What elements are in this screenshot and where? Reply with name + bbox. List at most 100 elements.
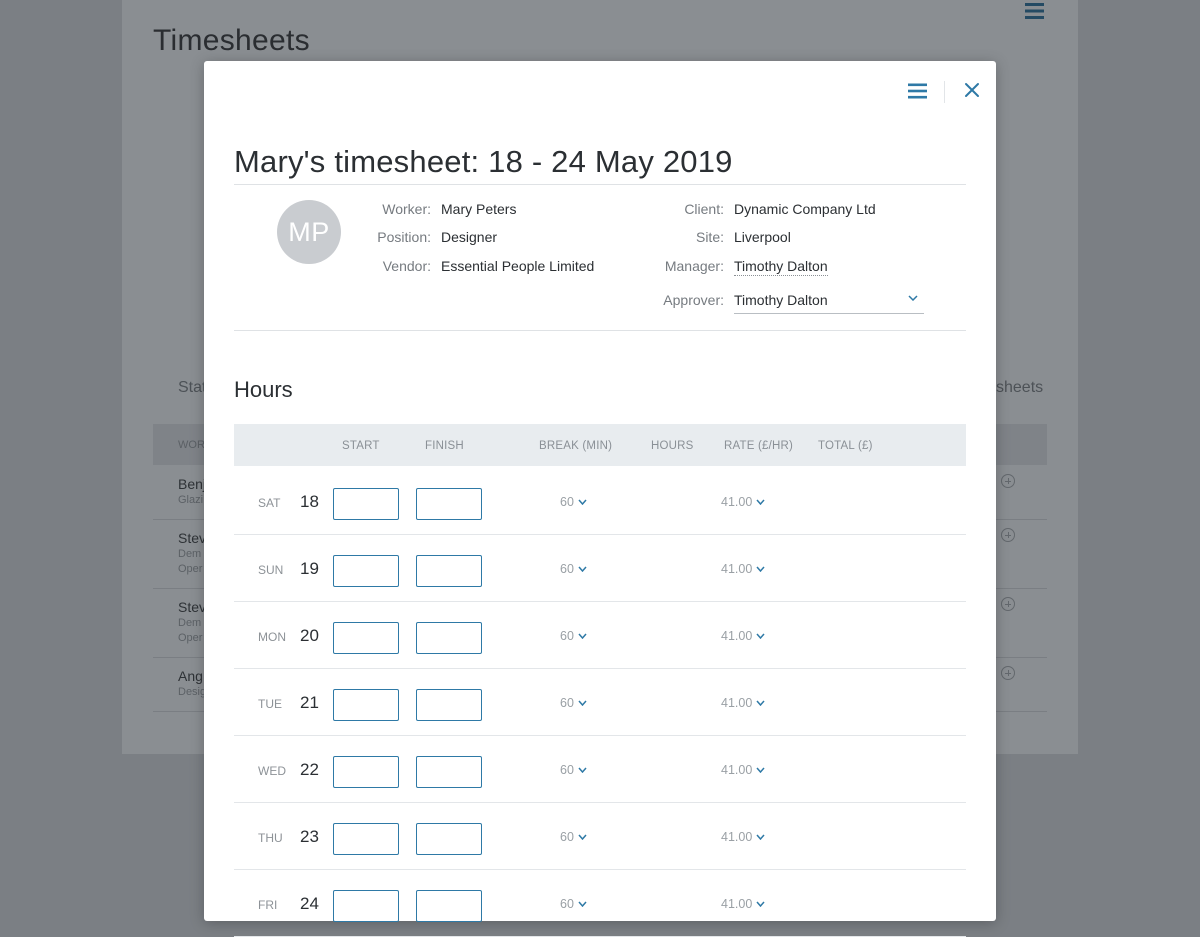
chevron-down-icon [756, 834, 765, 840]
finish-time-input[interactable] [416, 823, 482, 855]
start-time-input[interactable] [333, 622, 399, 654]
worker-name: Stev [178, 599, 207, 615]
day-name: FRI [258, 898, 278, 912]
rate-value: 41.00 [721, 830, 753, 844]
rate-select[interactable]: 41.00 [721, 562, 765, 576]
table-row: TUE 21 60 41.00 [234, 668, 966, 736]
client-label: Client: [684, 201, 724, 217]
break-value: 60 [560, 696, 574, 710]
start-time-input[interactable] [333, 555, 399, 587]
position-label: Position: [377, 229, 431, 245]
status-filter-label: Stat [178, 379, 207, 396]
column-header-worker: WOR [178, 439, 205, 451]
finish-time-input[interactable] [416, 488, 482, 520]
rate-value: 41.00 [721, 562, 753, 576]
divider [234, 184, 966, 185]
worker-role: Glazi [178, 494, 204, 506]
break-select[interactable]: 60 [560, 830, 587, 844]
day-date: 23 [300, 827, 319, 846]
finish-time-input[interactable] [416, 689, 482, 721]
column-header-break: BREAK (MIN) [539, 440, 613, 452]
chevron-down-icon [756, 499, 765, 505]
break-select[interactable]: 60 [560, 562, 587, 576]
break-select[interactable]: 60 [560, 629, 587, 643]
finish-time-input[interactable] [416, 890, 482, 922]
rate-select[interactable]: 41.00 [721, 495, 765, 509]
chevron-down-icon [578, 633, 587, 639]
manager-link[interactable]: Timothy Dalton [734, 258, 828, 276]
rate-select[interactable]: 41.00 [721, 830, 765, 844]
page-title: Timesheets [153, 24, 310, 57]
worker-role: Dem [178, 617, 202, 629]
day-name: SUN [258, 563, 284, 577]
rate-select[interactable]: 41.00 [721, 696, 765, 710]
day-date: 20 [300, 626, 319, 645]
avatar: MP [277, 200, 341, 264]
column-header-finish: FINISH [425, 440, 464, 452]
menu-icon[interactable] [1025, 2, 1044, 20]
chevron-down-icon [756, 566, 765, 572]
table-row: MON 20 60 41.00 [234, 601, 966, 669]
column-header-hours: HOURS [651, 440, 694, 452]
add-icon [1001, 666, 1015, 680]
break-select[interactable]: 60 [560, 495, 587, 509]
break-value: 60 [560, 897, 574, 911]
add-icon [1001, 528, 1015, 542]
rate-value: 41.00 [721, 763, 753, 777]
rate-select[interactable]: 41.00 [721, 897, 765, 911]
table-row: WED 22 60 41.00 [234, 735, 966, 803]
hours-table-header: START FINISH BREAK (MIN) HOURS RATE (£/H… [234, 424, 966, 466]
break-select[interactable]: 60 [560, 897, 587, 911]
rate-value: 41.00 [721, 897, 753, 911]
day-date: 21 [300, 693, 319, 712]
day-name: WED [258, 764, 286, 778]
worker-role: Desig [178, 686, 207, 698]
worker-role: Oper [178, 632, 203, 644]
start-time-input[interactable] [333, 890, 399, 922]
rate-value: 41.00 [721, 696, 753, 710]
client-value: Dynamic Company Ltd [734, 201, 876, 217]
vendor-label: Vendor: [382, 258, 431, 274]
worker-name: Benj [178, 476, 207, 492]
finish-time-input[interactable] [416, 622, 482, 654]
break-select[interactable]: 60 [560, 696, 587, 710]
break-value: 60 [560, 495, 574, 509]
day-name: THU [258, 831, 283, 845]
rate-select[interactable]: 41.00 [721, 763, 765, 777]
finish-time-input[interactable] [416, 756, 482, 788]
rate-value: 41.00 [721, 495, 753, 509]
chevron-down-icon [756, 633, 765, 639]
worker-label: Worker: [382, 201, 431, 217]
column-header-total: TOTAL (£) [818, 440, 873, 452]
chevron-down-icon [756, 767, 765, 773]
day-name: SAT [258, 496, 281, 510]
start-time-input[interactable] [333, 689, 399, 721]
rate-select[interactable]: 41.00 [721, 629, 765, 643]
site-label: Site: [695, 229, 724, 245]
start-time-input[interactable] [333, 756, 399, 788]
worker-value: Mary Peters [441, 201, 517, 217]
break-select[interactable]: 60 [560, 763, 587, 777]
divider [234, 330, 966, 331]
manager-label: Manager: [664, 258, 724, 274]
add-icon [1001, 474, 1015, 488]
day-date: 19 [300, 559, 319, 578]
chevron-down-icon [578, 700, 587, 706]
chevron-down-icon [908, 295, 918, 301]
chevron-down-icon [756, 901, 765, 907]
site-value: Liverpool [734, 229, 791, 245]
hours-section-title: Hours [234, 377, 293, 402]
approver-select[interactable]: Timothy Dalton [734, 289, 924, 314]
day-name: MON [258, 630, 286, 644]
start-time-input[interactable] [333, 823, 399, 855]
timesheets-link: sheets [996, 379, 1044, 396]
column-header-start: START [342, 440, 380, 452]
position-value: Designer [441, 229, 498, 245]
break-value: 60 [560, 830, 574, 844]
finish-time-input[interactable] [416, 555, 482, 587]
chevron-down-icon [578, 499, 587, 505]
start-time-input[interactable] [333, 488, 399, 520]
menu-icon[interactable] [908, 83, 927, 99]
chevron-down-icon [578, 566, 587, 572]
close-icon[interactable] [964, 82, 980, 98]
